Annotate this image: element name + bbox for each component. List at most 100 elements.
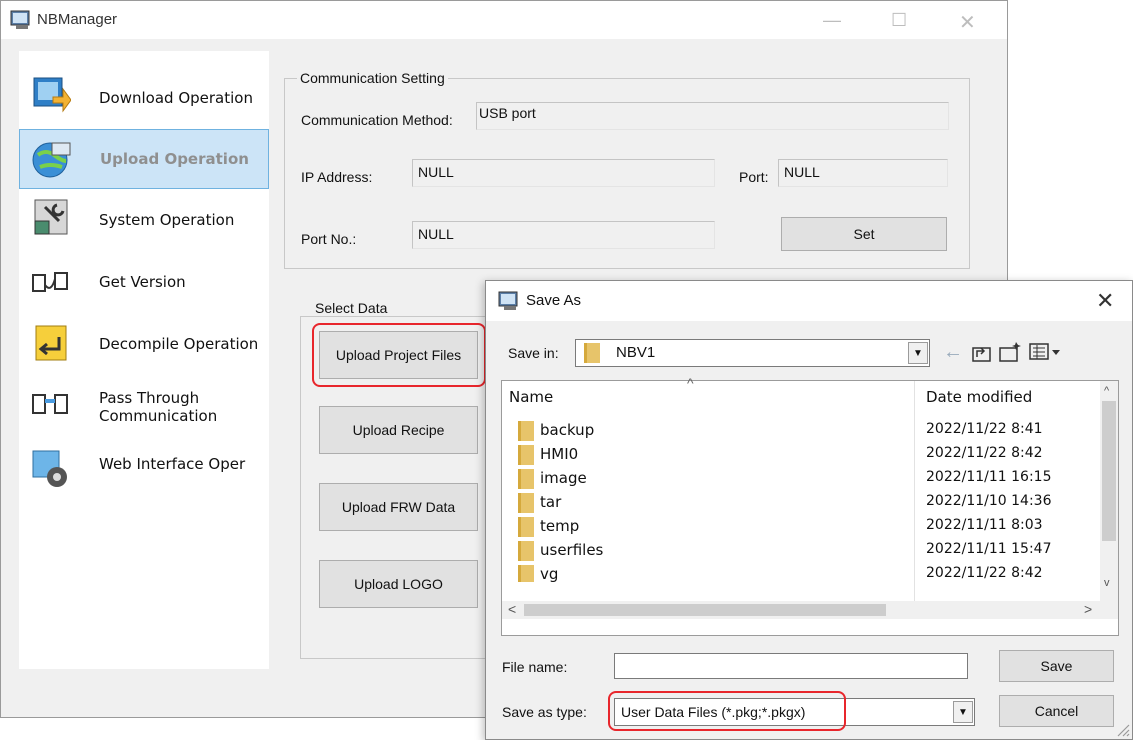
file-name: backup: [540, 421, 595, 439]
save-as-type-label: Save as type:: [502, 704, 587, 720]
pass-through-icon: [32, 394, 68, 414]
horizontal-scrollbar[interactable]: < >: [502, 601, 1118, 619]
file-date: 2022/11/22 8:41: [926, 421, 1043, 437]
folder-icon: [518, 445, 534, 465]
dialog-titlebar[interactable]: Save As ✕: [486, 281, 1132, 321]
dialog-close-icon[interactable]: ✕: [1096, 288, 1114, 314]
view-menu-icon[interactable]: [1029, 343, 1063, 361]
sidebar-item-label: Web Interface Oper: [99, 455, 246, 473]
list-item[interactable]: HMI0 2022/11/22 8:42: [502, 442, 1102, 466]
column-header-name[interactable]: Name: [509, 388, 553, 406]
close-icon[interactable]: ✕: [959, 10, 976, 35]
app-icon: [10, 10, 30, 29]
highlight-upload-project-files: [312, 323, 486, 387]
sidebar-item-pass-through[interactable]: Pass Through Communication: [19, 375, 269, 435]
list-item[interactable]: backup 2022/11/22 8:41: [502, 418, 1102, 442]
sidebar-item-label: Upload Operation: [100, 150, 249, 168]
ip-address-field: NULL: [412, 159, 715, 187]
dialog-title: Save As: [526, 292, 582, 309]
scroll-down-icon[interactable]: v: [1104, 577, 1110, 589]
file-name: HMI0: [540, 445, 579, 463]
sidebar-item-label: Get Version: [99, 273, 186, 291]
file-name: userfiles: [540, 541, 604, 559]
download-icon: [33, 77, 71, 113]
sidebar-item-label-line2: Communication: [99, 407, 218, 425]
sidebar-item-decompile[interactable]: Decompile Operation: [19, 313, 269, 373]
new-folder-icon[interactable]: [998, 341, 1022, 363]
file-name: tar: [540, 493, 562, 511]
save-in-value: NBV1: [616, 344, 656, 361]
file-date: 2022/11/10 14:36: [926, 493, 1052, 509]
upload-logo-button[interactable]: Upload LOGO: [319, 560, 478, 608]
sidebar-item-download[interactable]: Download Operation: [19, 63, 269, 123]
list-item[interactable]: image 2022/11/11 16:15: [502, 466, 1102, 490]
horizontal-scroll-thumb[interactable]: [524, 604, 886, 616]
vertical-scrollbar[interactable]: ^ v: [1100, 381, 1118, 601]
file-name: image: [540, 469, 587, 487]
set-button[interactable]: Set: [781, 217, 947, 251]
minimize-icon[interactable]: —: [823, 10, 841, 31]
upload-globe-icon: [32, 142, 71, 178]
scroll-left-icon[interactable]: <: [508, 601, 516, 617]
sidebar-item-system[interactable]: System Operation: [19, 191, 269, 251]
file-date: 2022/11/11 15:47: [926, 541, 1052, 557]
folder-icon: [518, 565, 534, 582]
up-folder-icon[interactable]: [971, 343, 993, 363]
folder-icon: [518, 517, 534, 537]
communication-setting-legend: Communication Setting: [297, 70, 448, 86]
file-date: 2022/11/22 8:42: [926, 565, 1043, 581]
chevron-down-icon[interactable]: ▼: [953, 701, 973, 723]
communication-method-field: USB port: [476, 102, 949, 130]
sidebar-item-label: Download Operation: [99, 89, 253, 107]
save-in-label: Save in:: [508, 345, 559, 361]
file-name-input[interactable]: [614, 653, 968, 679]
sidebar: Download Operation Upload Operation Syst…: [19, 51, 269, 669]
file-date: 2022/11/11 16:15: [926, 469, 1052, 485]
list-item[interactable]: temp 2022/11/11 8:03: [502, 514, 1102, 538]
cancel-button[interactable]: Cancel: [999, 695, 1114, 727]
window-title: NBManager: [37, 11, 118, 28]
upload-frw-data-button[interactable]: Upload FRW Data: [319, 483, 478, 531]
vertical-scroll-thumb[interactable]: [1102, 401, 1116, 541]
get-version-icon: [32, 272, 68, 292]
list-item[interactable]: tar 2022/11/10 14:36: [502, 490, 1102, 514]
folder-icon: [518, 469, 534, 489]
column-header-date[interactable]: Date modified: [926, 388, 1032, 406]
sidebar-item-upload[interactable]: Upload Operation: [19, 129, 269, 189]
select-data-legend: Select Data: [312, 300, 391, 316]
save-button[interactable]: Save: [999, 650, 1114, 682]
sidebar-item-get-version[interactable]: Get Version: [19, 251, 269, 311]
port-no-label: Port No.:: [301, 231, 357, 247]
file-name: vg: [540, 565, 559, 582]
scroll-up-icon[interactable]: ^: [1104, 385, 1109, 397]
port-label: Port:: [739, 169, 769, 185]
web-gear-icon: [32, 450, 67, 487]
resize-grip-icon[interactable]: [1114, 721, 1130, 737]
list-item[interactable]: vg 2022/11/22 8:42: [502, 562, 1102, 582]
sidebar-item-label: Decompile Operation: [99, 335, 259, 353]
folder-icon: [518, 421, 534, 441]
dialog-app-icon: [498, 291, 518, 310]
maximize-icon[interactable]: ☐: [891, 10, 907, 31]
port-field: NULL: [778, 159, 948, 187]
file-list[interactable]: Name ^ Date modified backup 2022/11/22 8…: [501, 375, 1119, 636]
chevron-down-icon[interactable]: ▼: [908, 342, 928, 364]
save-as-dialog: Save As ✕ Save in: NBV1 ▼ ← Name ^ Date …: [485, 280, 1133, 740]
main-titlebar[interactable]: NBManager — ☐ ✕: [1, 1, 1007, 39]
ip-address-label: IP Address:: [301, 169, 373, 185]
file-date: 2022/11/11 8:03: [926, 517, 1043, 533]
upload-recipe-button[interactable]: Upload Recipe: [319, 406, 478, 454]
file-name: temp: [540, 517, 580, 535]
folder-icon: [518, 541, 534, 561]
folder-icon: [584, 343, 600, 363]
folder-icon: [518, 493, 534, 513]
scroll-right-icon[interactable]: >: [1084, 601, 1092, 617]
sidebar-item-label: Pass Through: [99, 389, 200, 407]
list-item[interactable]: userfiles 2022/11/11 15:47: [502, 538, 1102, 562]
sidebar-item-web-interface[interactable]: Web Interface Oper: [19, 437, 269, 497]
back-arrow-icon[interactable]: ←: [943, 341, 963, 364]
file-name-label: File name:: [502, 659, 568, 675]
save-in-combo[interactable]: NBV1 ▼: [575, 339, 930, 367]
communication-method-label: Communication Method:: [301, 112, 453, 128]
file-date: 2022/11/22 8:42: [926, 445, 1043, 461]
